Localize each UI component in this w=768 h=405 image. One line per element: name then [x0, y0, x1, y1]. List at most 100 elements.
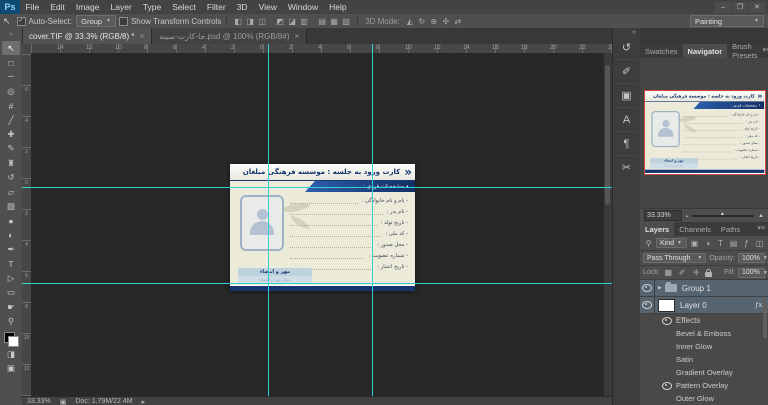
type-tool[interactable]: T	[2, 257, 20, 271]
align-top-icon[interactable]: ◩	[274, 17, 286, 26]
guide-vertical[interactable]	[372, 53, 373, 396]
lock-all-icon[interactable]	[704, 268, 712, 277]
effect-row-bevel-emboss[interactable]: Bevel & Emboss	[640, 327, 768, 340]
close-icon[interactable]: ×	[294, 32, 299, 41]
healing-brush-tool[interactable]: ✚	[2, 127, 20, 141]
fill-dropdown[interactable]: 100% ▼	[738, 267, 768, 278]
show-transform-checkbox[interactable]: .	[118, 16, 128, 26]
clone-stamp-tool[interactable]: ♜	[2, 156, 20, 170]
collapse-toolbar-icon[interactable]: »	[9, 28, 13, 41]
layer-row-group1[interactable]: ▶ Group 1	[640, 280, 768, 297]
menu-3d[interactable]: 3D	[231, 0, 253, 14]
minimize-button[interactable]: –	[715, 1, 731, 13]
crop-tool[interactable]: #	[2, 99, 20, 113]
notes-panel-icon[interactable]: ✂	[615, 155, 638, 179]
filter-shape-icon[interactable]: ▤	[728, 239, 739, 248]
distribute-left-icon[interactable]: ▤	[316, 17, 328, 26]
3d-drag-icon[interactable]: ⊕	[428, 17, 440, 26]
filter-pixel-icon[interactable]: ▣	[689, 239, 700, 248]
scrollbar-thumb[interactable]	[605, 65, 610, 205]
lock-transparency-icon[interactable]: ▦	[663, 268, 674, 277]
quick-selection-tool[interactable]: ◎	[2, 84, 20, 98]
zoom-in-icon[interactable]: ▲	[758, 213, 764, 219]
opacity-dropdown[interactable]: 100% ▼	[738, 253, 768, 263]
align-middle-icon[interactable]: ◪	[286, 17, 298, 26]
3d-rotate-icon[interactable]: ◭	[404, 17, 416, 26]
tab-paths[interactable]: Paths	[716, 222, 745, 236]
navigator-zoom-field[interactable]: 33.33%	[644, 210, 682, 221]
filter-adjustment-icon[interactable]: ◑	[702, 239, 713, 248]
effect-row-outer-glow[interactable]: Outer Glow	[640, 392, 768, 405]
tab-layers[interactable]: Layers	[640, 222, 675, 236]
eyedropper-tool[interactable]: ╱	[2, 113, 20, 127]
menu-type[interactable]: Type	[137, 0, 166, 14]
pen-tool[interactable]: ✒	[2, 242, 20, 256]
effect-row-pattern-overlay[interactable]: Pattern Overlay	[640, 379, 768, 392]
clone-source-panel-icon[interactable]: ▣	[615, 83, 638, 107]
filter-toggle-icon[interactable]: ◫	[754, 239, 765, 248]
tab-swatches[interactable]: Swatches	[640, 44, 683, 58]
path-selection-tool[interactable]: ▷	[2, 271, 20, 285]
layer-thumbnail[interactable]	[658, 298, 675, 312]
gradient-tool[interactable]: ▨	[2, 199, 20, 213]
tab-brush-presets[interactable]: Brush Presets	[727, 42, 762, 60]
history-brush-tool[interactable]: ↺	[2, 171, 20, 185]
effect-row-satin[interactable]: Satin	[640, 353, 768, 366]
styles-panel-icon[interactable]: ✐	[615, 59, 638, 83]
blur-tool[interactable]: ●	[2, 214, 20, 228]
zoom-tool[interactable]: ⚲	[2, 314, 20, 328]
3d-roll-icon[interactable]: ↻	[416, 17, 428, 26]
effects-header-row[interactable]: Effects	[640, 314, 768, 327]
tab-cover-tif[interactable]: cover.TIF @ 33.3% (RGB/8) * ×	[22, 28, 153, 44]
zoom-out-icon[interactable]: ▴	[686, 213, 688, 218]
distribute-center-icon[interactable]: ▦	[328, 17, 340, 26]
status-options-arrow[interactable]: ▸	[142, 398, 146, 405]
guide-horizontal[interactable]	[31, 283, 612, 284]
guide-horizontal[interactable]	[31, 187, 612, 188]
layer-name[interactable]: Layer 0	[680, 301, 707, 310]
distribute-right-icon[interactable]: ▧	[340, 17, 352, 26]
visibility-cell[interactable]	[660, 381, 674, 390]
lasso-tool[interactable]: ∽	[2, 70, 20, 84]
close-button[interactable]: ✕	[749, 1, 765, 13]
align-left-icon[interactable]: ◧	[232, 17, 244, 26]
navigator-thumbnail[interactable]: « کارت ورود به جلسه : موسسه فرهنگی مبلغا…	[644, 90, 766, 175]
eye-icon[interactable]	[642, 284, 652, 292]
tab-navigator[interactable]: Navigator	[682, 44, 728, 58]
move-tool[interactable]: ↖	[2, 41, 20, 56]
slider-thumb[interactable]: ▲	[720, 211, 725, 217]
panel-menu-icon[interactable]: ▾≡	[763, 44, 768, 58]
panel-menu-icon[interactable]: ▾≡	[757, 222, 768, 236]
3d-slide-icon[interactable]: ✣	[440, 17, 452, 26]
eye-icon[interactable]	[642, 301, 652, 309]
foreground-background-colors[interactable]	[3, 331, 19, 347]
layers-scrollbar[interactable]	[763, 298, 767, 338]
expand-triangle-icon[interactable]: ▶	[658, 285, 662, 291]
filter-smart-object-icon[interactable]: ƒ	[741, 239, 752, 248]
dodge-tool[interactable]: ◐	[2, 228, 20, 242]
filter-type-icon[interactable]: T	[715, 239, 726, 248]
menu-edit[interactable]: Edit	[45, 0, 71, 14]
eye-icon[interactable]	[662, 381, 672, 390]
zoom-level-field[interactable]: 33.33%	[27, 398, 51, 405]
filter-kind-dropdown[interactable]: Kind ▼	[656, 238, 687, 248]
quick-mask-button[interactable]: ◨	[2, 347, 20, 361]
eraser-tool[interactable]: ▱	[2, 185, 20, 199]
paragraph-panel-icon[interactable]: ¶	[615, 131, 638, 155]
auto-select-checkbox[interactable]: ✓	[16, 16, 26, 26]
navigator-zoom-slider[interactable]: ▲	[692, 211, 755, 217]
blend-mode-dropdown[interactable]: Pass Through ▼	[643, 253, 707, 263]
hand-tool[interactable]: ☛	[2, 300, 20, 314]
guide-vertical[interactable]	[268, 53, 269, 396]
shape-tool[interactable]: ▭	[2, 286, 20, 300]
background-color-swatch[interactable]	[7, 335, 19, 347]
visibility-cell[interactable]	[640, 297, 655, 313]
auto-select-target-dropdown[interactable]: Group ▼	[76, 15, 116, 27]
tab-channels[interactable]: Channels	[674, 222, 716, 236]
layer-row-layer0[interactable]: Layer 0 ƒx.	[640, 297, 768, 314]
restore-button[interactable]: ❐	[732, 1, 748, 13]
menu-select[interactable]: Select	[167, 0, 202, 14]
effect-row-inner-glow[interactable]: Inner Glow	[640, 340, 768, 353]
lock-position-icon[interactable]: ✛	[691, 268, 702, 277]
close-icon[interactable]: ×	[139, 32, 144, 41]
